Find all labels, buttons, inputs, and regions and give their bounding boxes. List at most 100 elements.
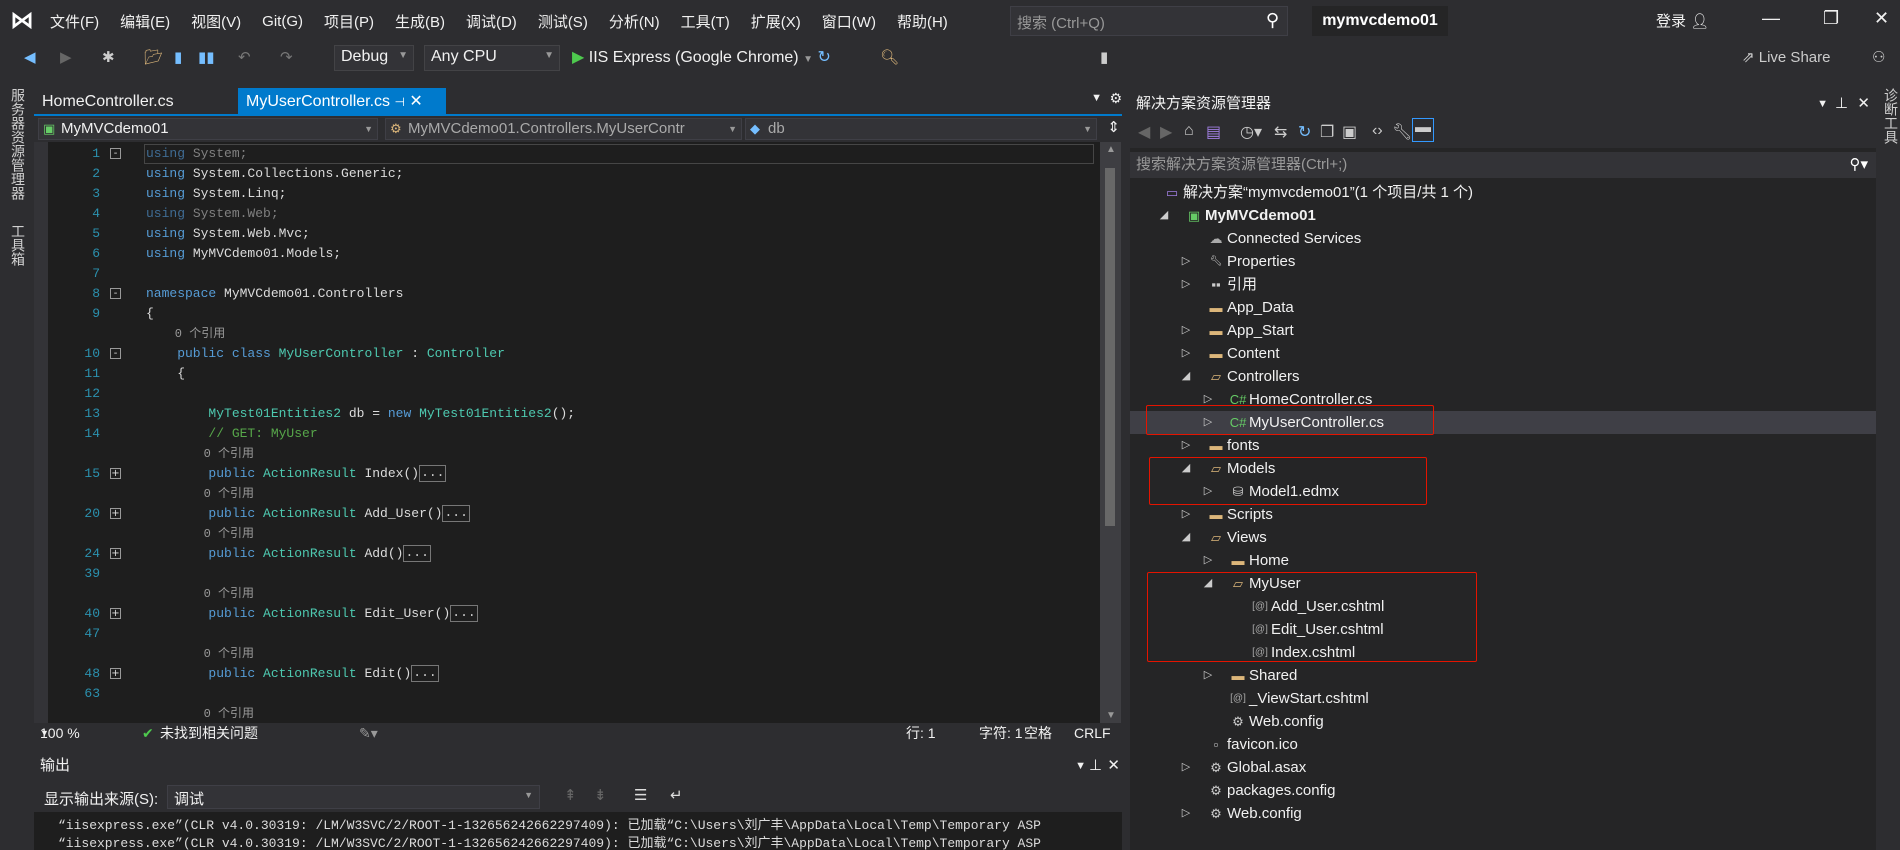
collapse-arrow-icon[interactable]: ◢ bbox=[1157, 204, 1171, 227]
menu-item[interactable]: 帮助(H) bbox=[897, 11, 948, 32]
expand-icon[interactable]: + bbox=[110, 468, 121, 479]
expand-icon[interactable]: + bbox=[110, 668, 121, 679]
live-share-button[interactable]: ⇗ Live Share bbox=[1742, 47, 1830, 69]
properties-icon[interactable]: 🔧︎ bbox=[1392, 122, 1412, 142]
menu-item[interactable]: 分析(N) bbox=[609, 11, 660, 32]
view-code-icon[interactable]: ‹› bbox=[1372, 122, 1383, 140]
menu-item[interactable]: 编辑(E) bbox=[120, 11, 170, 32]
home-icon[interactable]: ⌂ bbox=[1184, 122, 1194, 140]
back-icon[interactable]: ◀︎ bbox=[24, 47, 36, 69]
collapsed-region[interactable]: ... bbox=[411, 665, 439, 683]
save-all-icon[interactable]: ▮▮ bbox=[198, 47, 215, 69]
pending-changes-icon[interactable]: ◷▾ bbox=[1240, 122, 1262, 142]
output-source-dropdown[interactable]: 调试 ▼ bbox=[167, 785, 540, 809]
show-all-files-icon[interactable]: ▣ bbox=[1342, 122, 1357, 142]
diagnostic-tools-tab[interactable]: 诊断工具 bbox=[1881, 88, 1900, 144]
maximize-button[interactable]: ❐ bbox=[1823, 8, 1839, 29]
menu-item[interactable]: 文件(F) bbox=[50, 11, 99, 32]
tree-item[interactable]: ◢ ▱ Controllers bbox=[1130, 365, 1876, 388]
menu-item[interactable]: 调试(D) bbox=[466, 11, 517, 32]
pin-icon[interactable]: ⊣ bbox=[394, 95, 404, 109]
reference-count[interactable]: 0 个引用 bbox=[146, 647, 254, 661]
tree-item[interactable]: ▷ ▬ Shared bbox=[1130, 664, 1876, 687]
expand-icon[interactable]: + bbox=[110, 608, 121, 619]
refresh-icon[interactable]: ↻ bbox=[1298, 122, 1311, 142]
tree-item[interactable]: ▷ ⛁ Model1.edmx bbox=[1130, 480, 1876, 503]
tree-item[interactable]: ▷ ▬ App_Start bbox=[1130, 319, 1876, 342]
expand-arrow-icon[interactable]: ▷ bbox=[1201, 549, 1215, 572]
tree-item[interactable]: [@] _ViewStart.cshtml bbox=[1130, 687, 1876, 710]
close-icon[interactable]: ✕ bbox=[1857, 92, 1870, 116]
collapse-arrow-icon[interactable]: ◢ bbox=[1201, 572, 1215, 595]
expand-arrow-icon[interactable]: ▷ bbox=[1179, 342, 1193, 365]
pin-icon[interactable]: ⊥ bbox=[1089, 755, 1102, 777]
forward-icon[interactable]: ▶︎ bbox=[1160, 122, 1172, 142]
reference-count[interactable]: 0 个引用 bbox=[146, 327, 225, 341]
clear-all-icon[interactable]: ☰ bbox=[634, 786, 647, 804]
expand-arrow-icon[interactable]: ▷ bbox=[1179, 250, 1193, 273]
close-button[interactable]: ✕ bbox=[1874, 8, 1889, 29]
collapse-icon[interactable]: - bbox=[110, 288, 121, 299]
tree-item[interactable]: ▷ ⚙ Web.config bbox=[1130, 802, 1876, 825]
new-item-icon[interactable]: ✱ bbox=[102, 47, 115, 69]
expand-arrow-icon[interactable]: ▷ bbox=[1179, 802, 1193, 825]
switch-views-icon[interactable]: ▤ bbox=[1206, 122, 1221, 142]
line-ending-indicator[interactable]: CRLF bbox=[1074, 723, 1111, 744]
save-icon[interactable]: ▮ bbox=[174, 47, 182, 69]
tree-item[interactable]: ◢ ▱ Models bbox=[1130, 457, 1876, 480]
collapse-all-icon[interactable]: ❐ bbox=[1320, 122, 1334, 142]
prev-message-icon[interactable]: ⇞ bbox=[564, 786, 577, 804]
redo-icon[interactable]: ↷ bbox=[280, 47, 293, 69]
tree-item[interactable]: ▷ ▬ Home bbox=[1130, 549, 1876, 572]
reference-count[interactable]: 0 个引用 bbox=[146, 527, 254, 541]
minimize-button[interactable]: — bbox=[1762, 8, 1780, 29]
start-debugging-button[interactable]: ▶ IIS Express (Google Chrome) ▼ ↻ bbox=[572, 45, 831, 71]
find-in-files-icon[interactable]: 🔍︎ bbox=[880, 47, 899, 69]
tree-item[interactable]: ▷ ▬ Content bbox=[1130, 342, 1876, 365]
expand-icon[interactable]: + bbox=[110, 508, 121, 519]
undo-icon[interactable]: ↶ bbox=[238, 47, 251, 69]
scroll-up-icon[interactable]: ▲ bbox=[1106, 144, 1116, 155]
code-editor[interactable]: 1- using System; 2 using System.Collections… bbox=[34, 142, 1100, 723]
refresh-icon[interactable]: ↻ bbox=[817, 49, 830, 66]
server-explorer-tab[interactable]: 服务器资源管理器 bbox=[8, 88, 28, 200]
expand-arrow-icon[interactable]: ▷ bbox=[1201, 480, 1215, 503]
collapse-arrow-icon[interactable]: ◢ bbox=[1179, 526, 1193, 549]
menu-item[interactable]: 生成(B) bbox=[395, 11, 445, 32]
bookmark-icon[interactable]: ▮ bbox=[1100, 47, 1108, 69]
feedback-icon[interactable]: ⚇ bbox=[1872, 47, 1885, 69]
tree-item[interactable]: ▷ ▬ Scripts bbox=[1130, 503, 1876, 526]
gear-icon[interactable]: ⚙ bbox=[1109, 90, 1122, 107]
tree-item[interactable]: ▷ ⚙ Global.asax bbox=[1130, 756, 1876, 779]
tab-home-controller[interactable]: HomeController.cs bbox=[34, 88, 194, 116]
close-tab-icon[interactable]: ✕ bbox=[409, 93, 422, 110]
tab-overflow-icon[interactable]: ▼ bbox=[1091, 92, 1102, 104]
toolbox-tab[interactable]: 工具箱 bbox=[8, 224, 28, 266]
tree-item[interactable]: ⚙ packages.config bbox=[1130, 779, 1876, 802]
output-text[interactable]: “iisexpress.exe”(CLR v4.0.30319: /LM/W3S… bbox=[34, 812, 1122, 850]
tree-item[interactable]: ▫ favicon.ico bbox=[1130, 733, 1876, 756]
tree-item[interactable]: ▷ ▬ fonts bbox=[1130, 434, 1876, 457]
tree-item[interactable]: ⚙ Web.config bbox=[1130, 710, 1876, 733]
project-dropdown[interactable]: ▣ MyMVCdemo01 ▼ bbox=[38, 118, 378, 140]
tree-item[interactable]: ▷ C# MyUserController.cs bbox=[1130, 411, 1876, 434]
tab-myuser-controller[interactable]: MyUserController.cs ⊣ ✕ bbox=[238, 88, 446, 116]
close-icon[interactable]: ✕ bbox=[1107, 755, 1120, 777]
expand-arrow-icon[interactable]: ▷ bbox=[1201, 664, 1215, 687]
expand-arrow-icon[interactable]: ▷ bbox=[1179, 503, 1193, 526]
pin-icon[interactable]: ⊥ bbox=[1835, 92, 1848, 116]
collapse-icon[interactable]: - bbox=[110, 348, 121, 359]
member-dropdown[interactable]: ◆ db ▼ bbox=[745, 118, 1097, 140]
menu-item[interactable]: 窗口(W) bbox=[822, 11, 876, 32]
tree-item[interactable]: ◢ ▣ MyMVCdemo01 bbox=[1130, 204, 1876, 227]
split-icon[interactable]: ⇕ bbox=[1107, 118, 1120, 136]
expand-arrow-icon[interactable]: ▷ bbox=[1201, 388, 1215, 411]
panel-menu-icon[interactable]: ▼ bbox=[1075, 755, 1086, 777]
collapse-icon[interactable]: - bbox=[110, 148, 121, 159]
menu-item[interactable]: 扩展(X) bbox=[751, 11, 801, 32]
collapsed-region[interactable]: ... bbox=[442, 505, 470, 523]
expand-arrow-icon[interactable]: ▷ bbox=[1179, 319, 1193, 342]
tree-item[interactable]: [@] Edit_User.cshtml bbox=[1130, 618, 1876, 641]
menu-item[interactable]: 项目(P) bbox=[324, 11, 374, 32]
expand-arrow-icon[interactable]: ▷ bbox=[1179, 273, 1193, 296]
